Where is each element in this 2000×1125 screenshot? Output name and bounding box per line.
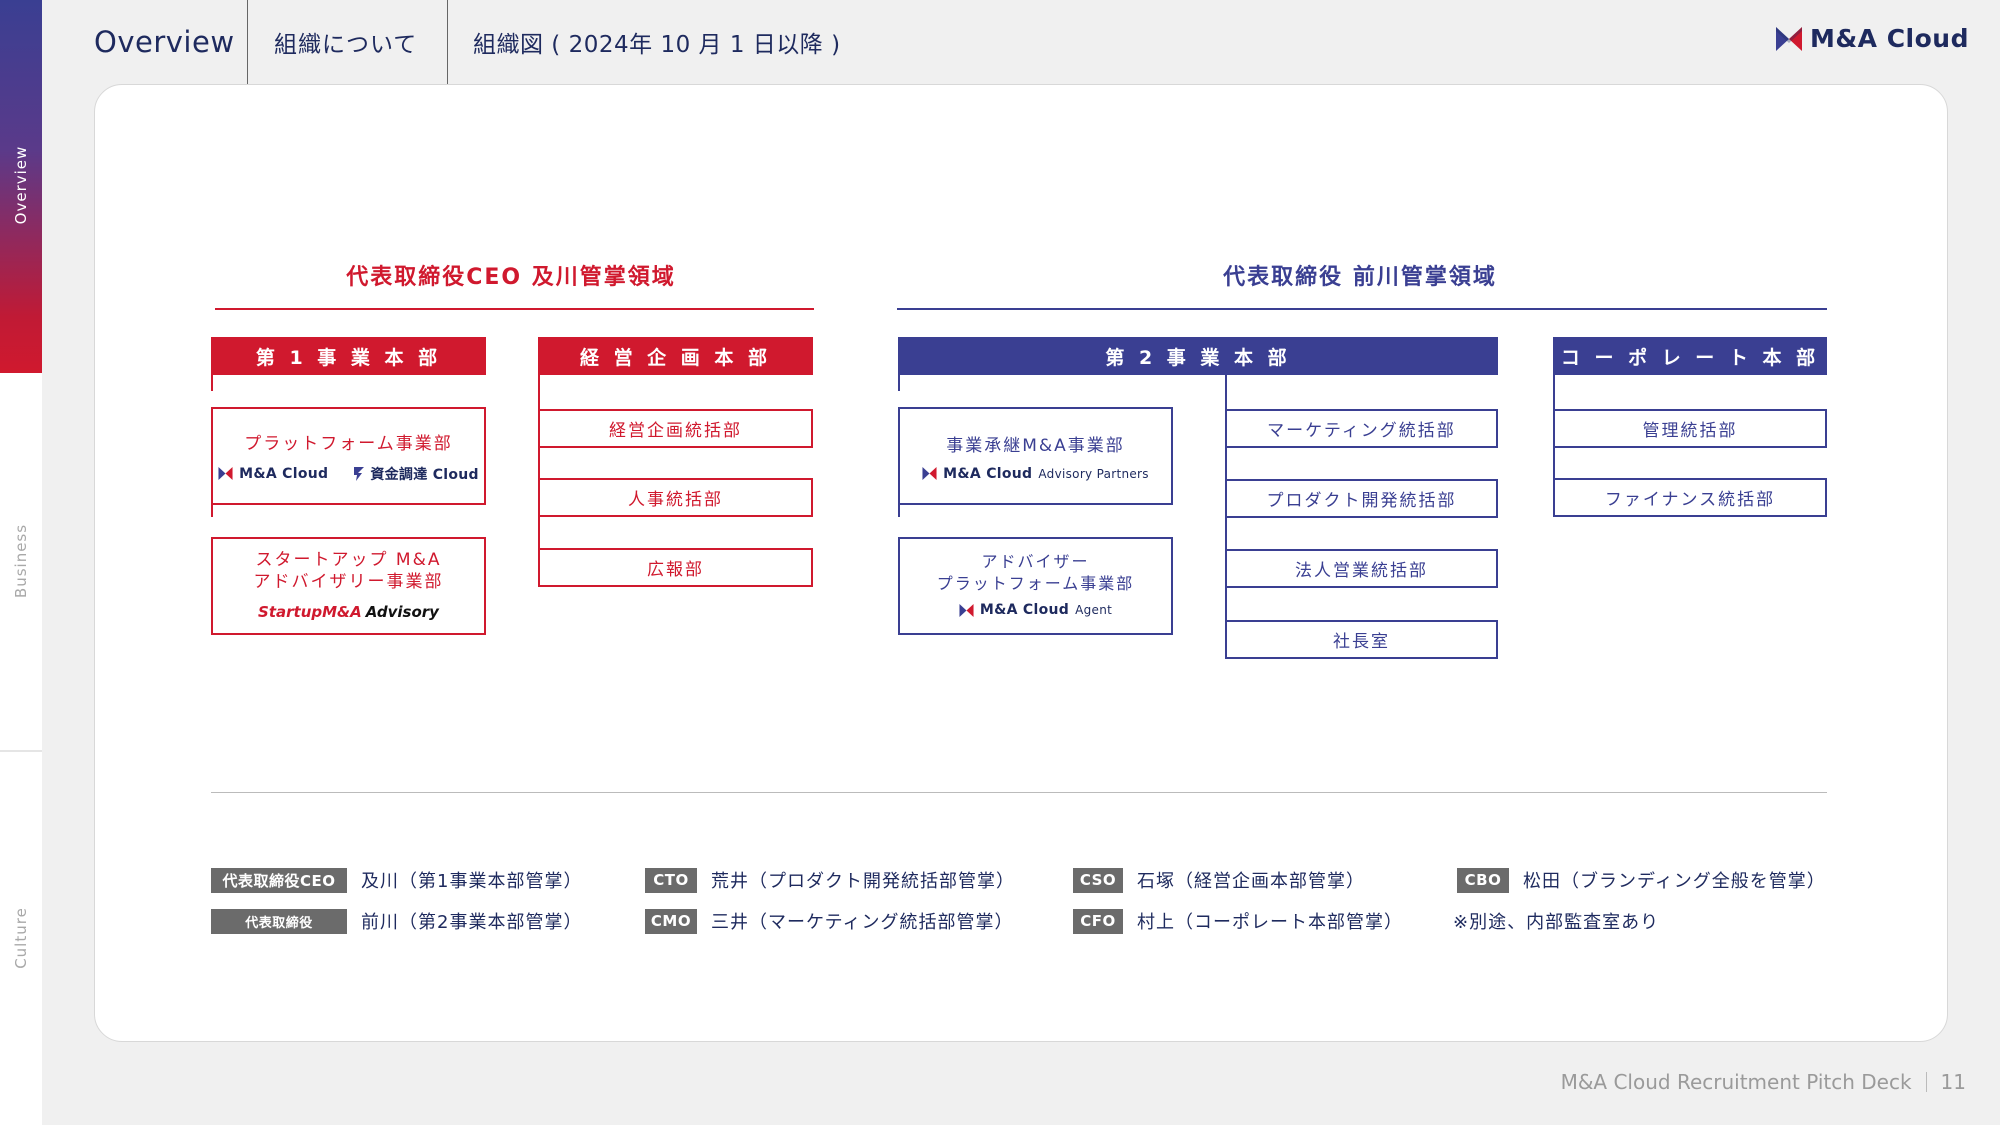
administration-unit: 管理統括部	[1553, 409, 1827, 448]
role-text: 三井（マーケティング統括部管掌）	[711, 912, 1014, 933]
note-text: ※別途、内部監査室あり	[1453, 912, 1660, 933]
brand-sub: Agent	[1075, 603, 1113, 617]
startup-ma-advisory-dept: スタートアップ M&A アドバイザリー事業部 StartupM&A Adviso…	[211, 537, 486, 635]
corporate-planning-unit: 経営企画統括部	[538, 409, 813, 448]
ceo-domain-underline	[215, 308, 814, 310]
product-dev-unit: プロダクト開発統括部	[1225, 479, 1498, 518]
division-2-header: 第 2 事 業 本 部	[898, 337, 1498, 375]
sidebar-item-label: Culture	[12, 907, 30, 969]
brand-name: M&A Cloud	[979, 602, 1070, 618]
ma-cloud-logo-icon	[218, 467, 233, 480]
section-sidebar: Overview Business Culture	[0, 0, 42, 1125]
sidebar-item-culture[interactable]: Culture	[0, 752, 42, 1125]
startup-ma-brand: StartupM&A Advisory	[258, 601, 439, 623]
maekawa-domain-title: 代表取締役 前川管掌領域	[1223, 265, 1497, 290]
role-text: 石塚（経営企画本部管掌）	[1137, 871, 1365, 892]
unit-name: 事業承継M&A事業部	[946, 435, 1125, 456]
advisor-platform-dept: アドバイザー プラットフォーム事業部 M&A Cloud Agent	[898, 537, 1173, 635]
unit-name: プラットフォーム事業部	[244, 433, 453, 454]
platform-brands: M&A Cloud 資金調達 Cloud	[218, 464, 479, 484]
brand-name: M&A Cloud	[239, 465, 329, 482]
footer-separator	[1925, 1072, 1927, 1092]
role-cto: CTO 荒井（プロダクト開発統括部管掌）	[645, 867, 1015, 893]
ceo-domain-title: 代表取締役CEO 及川管掌領域	[346, 265, 676, 290]
platform-business-dept: プラットフォーム事業部 M&A Cloud 資金調達 Cloud	[211, 407, 486, 505]
role-badge: CSO	[1073, 867, 1123, 893]
business-succession-ma-dept: 事業承継M&A事業部 M&A Cloud Advisory Partners	[898, 407, 1173, 505]
role-text: 村上（コーポレート本部管掌）	[1137, 912, 1403, 933]
marketing-unit: マーケティング統括部	[1225, 409, 1498, 448]
unit-name-line1: アドバイザー	[981, 552, 1090, 571]
fundraising-cloud-logo-icon	[354, 466, 365, 481]
breadcrumb-about-organization[interactable]: 組織について	[274, 0, 417, 84]
unit-name-line2: プラットフォーム事業部	[936, 574, 1135, 593]
breadcrumb-divider	[247, 0, 248, 84]
breadcrumb-divider	[447, 0, 448, 84]
role-text: 松田（ブランディング全般を管掌）	[1523, 871, 1826, 892]
sidebar-item-label: Business	[12, 523, 30, 599]
connector-line	[211, 503, 213, 517]
ma-cloud-logo-icon	[922, 467, 937, 480]
role-badge: CTO	[645, 867, 697, 893]
logo-text: M&A Cloud	[1809, 24, 1969, 53]
brand-name: M&A Cloud	[943, 465, 1033, 482]
brand-red: StartupM&A	[258, 603, 362, 621]
role-cso: CSO 石塚（経営企画本部管掌）	[1073, 867, 1365, 893]
breadcrumb-overview[interactable]: Overview	[94, 0, 235, 84]
role-text: 前川（第2事業本部管掌）	[361, 912, 583, 933]
corporate-planning-header: 経 営 企 画 本 部	[538, 337, 813, 375]
brand-sub: Advisory Partners	[1038, 466, 1149, 481]
sidebar-item-label: Overview	[12, 145, 30, 225]
breadcrumb-org-chart: 組織図 ( 2024年 10 月 1 日以降 )	[473, 32, 841, 58]
page-number: 11	[1940, 1070, 1966, 1094]
unit-name-line1: スタートアップ M&A	[255, 550, 442, 570]
role-badge: 代表取締役CEO	[211, 867, 347, 893]
role-cmo: CMO 三井（マーケティング統括部管掌）	[645, 908, 1014, 934]
brand-black: Advisory	[365, 603, 439, 621]
role-badge: CBO	[1457, 867, 1509, 893]
role-badge: CFO	[1073, 908, 1123, 934]
maekawa-domain-underline	[897, 308, 1827, 310]
role-cbo: CBO 松田（ブランディング全般を管掌）	[1457, 867, 1826, 893]
role-badge: 代表取締役	[211, 908, 347, 934]
corporate-division-header: コ ー ポ レ ー ト 本 部	[1553, 337, 1827, 375]
president-office-unit: 社長室	[1225, 620, 1498, 659]
ma-cloud-logo-icon	[1775, 26, 1802, 51]
roles-divider	[211, 792, 1827, 793]
agent-brand: M&A Cloud Agent	[959, 599, 1112, 621]
footer: M&A Cloud Recruitment Pitch Deck 11	[1561, 1070, 1966, 1094]
internal-audit-note: ※別途、内部監査室あり	[1453, 908, 1659, 934]
hr-unit: 人事統括部	[538, 478, 813, 517]
corporate-sales-unit: 法人営業統括部	[1225, 549, 1498, 588]
brand-name: 資金調達 Cloud	[370, 466, 479, 483]
role-representative: 代表取締役 前川（第2事業本部管掌）	[211, 908, 582, 934]
role-ceo: 代表取締役CEO 及川（第1事業本部管掌）	[211, 867, 582, 893]
division-1-header: 第 1 事 業 本 部	[211, 337, 486, 375]
role-cfo: CFO 村上（コーポレート本部管掌）	[1073, 908, 1403, 934]
role-text: 荒井（プロダクト開発統括部管掌）	[711, 871, 1015, 892]
org-chart-panel: 代表取締役CEO 及川管掌領域 代表取締役 前川管掌領域 第 1 事 業 本 部…	[94, 84, 1948, 1042]
ma-cloud-logo-icon	[959, 603, 974, 617]
sidebar-item-overview[interactable]: Overview	[0, 0, 42, 373]
brand-logo: M&A Cloud	[1775, 24, 1969, 53]
finance-unit: ファイナンス統括部	[1553, 478, 1827, 517]
advisory-partners-brand: M&A Cloud Advisory Partners	[922, 466, 1149, 482]
pr-unit: 広報部	[538, 548, 813, 587]
footer-deck-title: M&A Cloud Recruitment Pitch Deck	[1560, 1070, 1912, 1094]
sidebar-item-business[interactable]: Business	[0, 375, 42, 748]
role-badge: CMO	[645, 908, 697, 934]
role-text: 及川（第1事業本部管掌）	[361, 871, 583, 892]
unit-name-line2: アドバイザリー事業部	[253, 572, 444, 592]
header: Overview 組織について 組織図 ( 2024年 10 月 1 日以降 )…	[42, 0, 2000, 84]
connector-line	[898, 503, 900, 517]
